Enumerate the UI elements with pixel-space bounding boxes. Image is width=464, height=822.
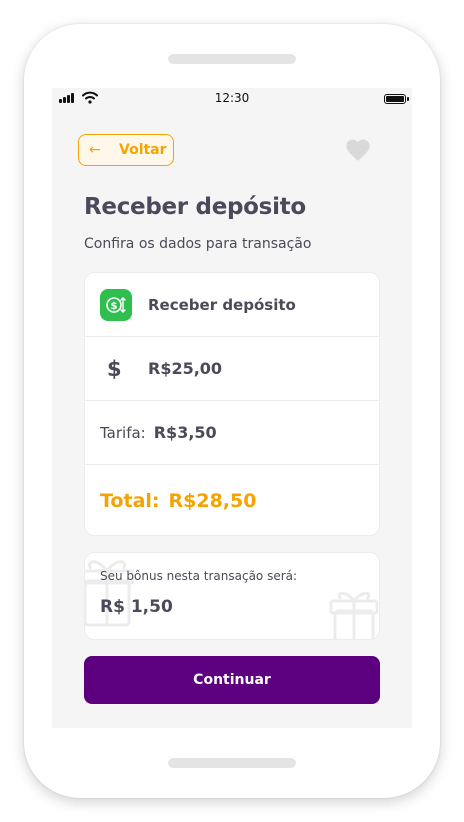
bonus-card: Seu bônus nesta transação será: R$ 1,50 (84, 552, 380, 640)
fee-row: Tarifa: R$3,50 (85, 401, 379, 465)
amount-row: $ R$25,00 (85, 337, 379, 401)
fee-label: Tarifa: (100, 423, 146, 442)
amount-value: R$25,00 (148, 359, 223, 378)
heart-icon[interactable] (344, 136, 372, 164)
svg-text:$: $ (111, 301, 118, 312)
battery-icon (384, 94, 409, 104)
bonus-text: Seu bônus nesta transação será: (100, 569, 298, 583)
gift-icon (85, 560, 135, 627)
bonus-value: R$ 1,50 (100, 597, 173, 617)
page-subtitle: Confira os dados para transação (84, 236, 312, 252)
page-title: Receber depósito (84, 194, 306, 220)
continue-button[interactable]: Continuar (84, 656, 380, 704)
app-screen: 12:30 ← Voltar Receber depósito Confira … (52, 88, 412, 728)
total-value: R$28,50 (168, 490, 257, 512)
total-row: Total: R$28,50 (85, 465, 379, 535)
back-button-label: Voltar (119, 142, 167, 158)
operation-row: $ Receber depósito (85, 273, 379, 337)
phone-frame: 12:30 ← Voltar Receber depósito Confira … (24, 24, 440, 798)
fee-value: R$3,50 (153, 423, 217, 442)
total-label: Total: (100, 490, 160, 512)
gift-icon (329, 591, 379, 639)
status-bar: 12:30 (52, 88, 412, 110)
operation-name: Receber depósito (148, 295, 296, 314)
dollar-icon: $ (107, 356, 122, 381)
speaker (168, 54, 296, 64)
back-button[interactable]: ← Voltar (78, 134, 174, 166)
clock: 12:30 (214, 91, 250, 105)
arrow-left-icon: ← (89, 142, 101, 158)
deposit-exchange-icon: $ (100, 288, 132, 321)
home-indicator (168, 758, 296, 768)
transaction-summary-card: $ Receber depósito $ R$25,00 Tarifa: R$3… (84, 272, 380, 536)
